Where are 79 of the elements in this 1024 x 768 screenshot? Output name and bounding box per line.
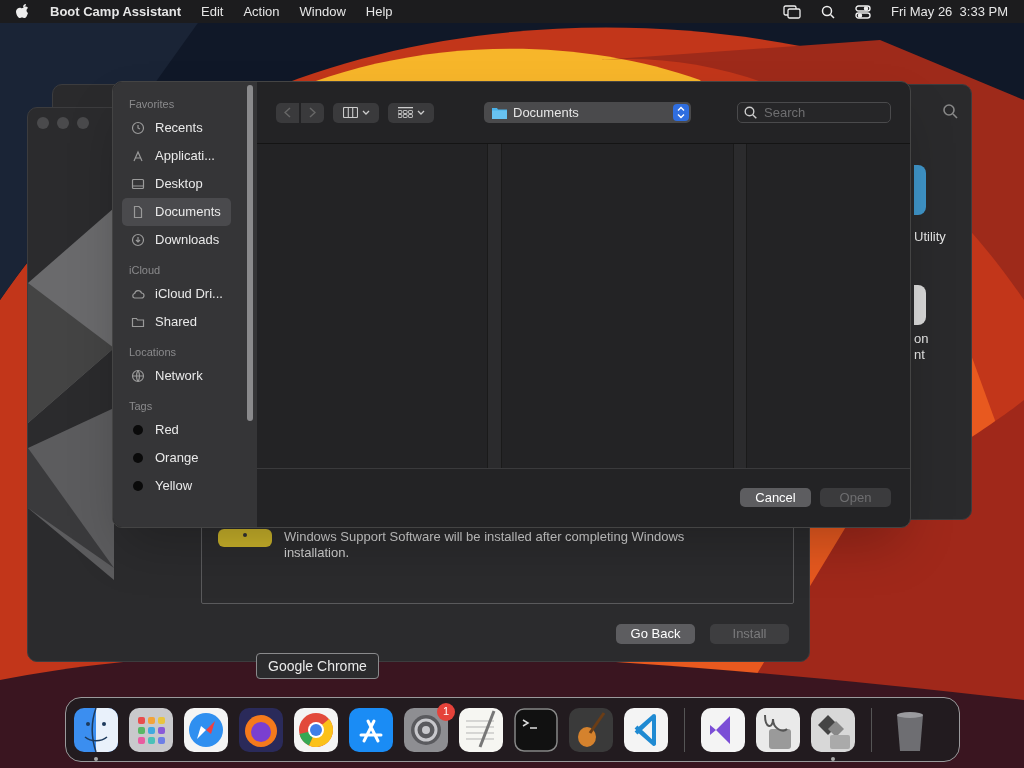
app-label: nt <box>914 347 925 363</box>
search-icon[interactable] <box>820 4 835 19</box>
dialog-button[interactable]: Cancel <box>740 487 811 507</box>
info-message: Windows Support Software will be installed after completing Windows installation. <box>284 529 686 561</box>
sidebar-item[interactable]: Recents <box>122 114 231 142</box>
apps-icon <box>131 149 145 163</box>
menu-item[interactable]: Action <box>243 1 280 22</box>
columns-icon <box>342 107 358 118</box>
clock-icon <box>131 121 145 135</box>
folder-icon <box>492 106 507 119</box>
app-label: Utility <box>914 229 946 245</box>
guitar-icon[interactable] <box>568 706 614 753</box>
terminal-icon[interactable] <box>513 706 559 753</box>
finder-icon[interactable] <box>73 706 119 753</box>
back-button[interactable] <box>276 102 299 123</box>
sidebar-item[interactable]: iCloud Dri... <box>122 280 231 308</box>
sidebar-item[interactable]: Network <box>122 362 231 390</box>
menu-item[interactable]: Help <box>365 1 393 22</box>
app-label: on <box>914 331 929 347</box>
tag-dot-icon <box>133 481 143 491</box>
search-icon <box>744 106 757 119</box>
compass-icon[interactable] <box>183 706 229 753</box>
sidebar-item[interactable]: Desktop <box>122 170 231 198</box>
chevron-down-icon <box>361 110 370 115</box>
sidebar-section-title: Tags <box>128 399 154 413</box>
app-store-icon[interactable] <box>348 706 394 753</box>
menu-item[interactable]: Edit <box>201 1 224 22</box>
notepad-icon[interactable] <box>458 706 504 753</box>
column-resize-handle[interactable] <box>487 144 502 468</box>
chrome-icon[interactable] <box>293 706 339 753</box>
forward-button[interactable] <box>301 102 324 123</box>
screen-mirroring-icon[interactable] <box>782 4 801 19</box>
sidebar-item[interactable]: Red <box>122 416 231 444</box>
view-mode-button[interactable] <box>333 102 379 123</box>
notification-badge: 1 <box>437 702 455 721</box>
grid-icon <box>397 107 413 118</box>
apple-logo-icon[interactable] <box>16 3 30 20</box>
app-icon[interactable] <box>914 165 926 215</box>
desktop-icon <box>131 177 145 191</box>
clock-text: Fri May 26 3:33 PM <box>890 2 1008 21</box>
scrollbar-thumb[interactable] <box>247 85 253 421</box>
sidebar-item[interactable]: Applicati... <box>122 142 231 170</box>
folder-icon <box>131 315 145 329</box>
dialog-button[interactable]: Go Back <box>616 624 695 644</box>
sidebar-item[interactable]: Shared <box>122 308 231 336</box>
document-icon <box>131 205 145 219</box>
globe-icon <box>131 369 145 383</box>
download-icon <box>131 233 145 247</box>
search-field[interactable]: Search <box>737 102 891 123</box>
boot-camp-icon[interactable] <box>810 706 856 753</box>
sidebar-item[interactable]: Yellow <box>122 472 231 500</box>
stethoscope-drive-icon[interactable] <box>755 706 801 753</box>
tag-dot-icon <box>133 425 143 435</box>
drive-icon <box>218 529 272 547</box>
gear-icon[interactable] <box>403 706 449 753</box>
stepper-icon <box>673 104 689 121</box>
tag-dot-icon <box>133 453 143 463</box>
control-center-icon[interactable] <box>854 4 871 19</box>
launchpad-icon[interactable] <box>128 706 174 753</box>
app-menu[interactable]: Boot Camp Assistant <box>50 1 181 22</box>
chevron-down-icon <box>416 110 425 115</box>
column-resize-handle[interactable] <box>733 144 747 468</box>
fox-globe-icon[interactable] <box>238 706 284 753</box>
sidebar-section-title: iCloud <box>128 263 162 277</box>
group-button[interactable] <box>388 102 434 123</box>
cloud-icon <box>131 287 145 301</box>
sidebar-section-title: Locations <box>128 345 178 359</box>
location-popup[interactable]: Documents <box>484 102 691 123</box>
sidebar-item[interactable]: Orange <box>122 444 231 472</box>
chevron-left-icon <box>284 107 291 118</box>
chevron-right-icon <box>309 107 316 118</box>
app-icon[interactable] <box>914 285 926 325</box>
menu-item[interactable]: Window <box>299 1 346 22</box>
tooltip: Google Chrome <box>256 653 379 679</box>
sidebar-item[interactable]: Downloads <box>122 226 231 254</box>
code-editor-icon[interactable] <box>623 706 669 753</box>
visual-studio-icon[interactable] <box>700 706 746 753</box>
sidebar-section-title: Favorites <box>128 97 176 111</box>
sidebar-item[interactable]: Documents <box>122 198 231 226</box>
